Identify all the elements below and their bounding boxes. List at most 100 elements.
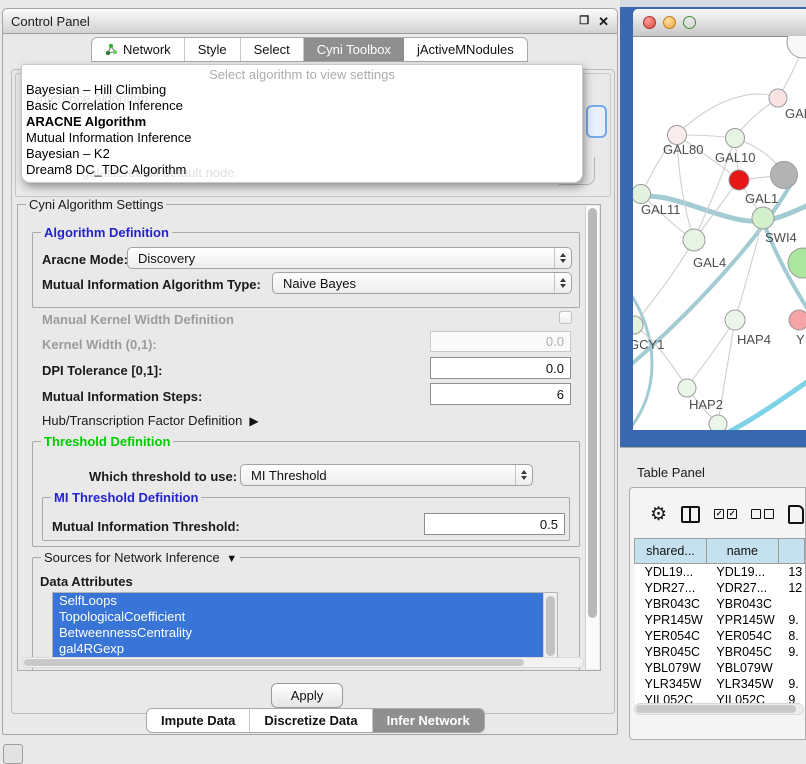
algorithm-option[interactable]: Mutual Information Inference [22, 130, 582, 146]
scrollbar-thumb[interactable] [546, 596, 555, 656]
network-node[interactable] [789, 310, 806, 330]
network-node[interactable] [725, 310, 745, 330]
table-cell[interactable]: 9. [778, 644, 804, 660]
close-window-icon[interactable]: ✕ [598, 15, 609, 28]
network-node[interactable] [633, 185, 651, 204]
table-cell[interactable]: YBR045C [706, 644, 778, 660]
network-node[interactable] [752, 207, 774, 229]
table-row[interactable]: YPR145WYPR145W9. [635, 612, 805, 628]
mi-algorithm-type-select[interactable]: Naive Bayes [272, 272, 572, 294]
float-window-icon[interactable]: ❐ [579, 16, 589, 27]
table-cell[interactable]: YLR345W [706, 676, 778, 692]
table-cell[interactable]: 12 [778, 580, 804, 596]
apply-button[interactable]: Apply [271, 683, 343, 708]
column-header-name[interactable]: name [706, 539, 778, 564]
manual-kernel-checkbox[interactable] [559, 311, 572, 324]
table-cell[interactable] [778, 660, 804, 676]
table-cell[interactable]: 13 [778, 564, 804, 581]
table-row[interactable]: YDL19...YDL19...13 [635, 564, 805, 581]
table-cell[interactable]: YBR043C [635, 596, 707, 612]
tab-discretize-data[interactable]: Discretize Data [250, 709, 372, 732]
which-threshold-select[interactable]: MI Threshold [240, 464, 533, 486]
tab-network[interactable]: Network [92, 38, 185, 61]
network-graph[interactable]: GALGAL80GAL10GAL1GAL11SWI4GAL4GCY1HAP4YH… [633, 36, 806, 430]
attributes-scrollbar[interactable] [543, 593, 557, 664]
cyni-bottom-tabbar: Impute Data Discretize Data Infer Networ… [146, 708, 485, 733]
table-cell[interactable]: YPR145W [706, 612, 778, 628]
attribute-item[interactable]: TopologicalCoefficient [53, 609, 557, 625]
table-cell[interactable]: YBL079W [706, 660, 778, 676]
collapsed-arrow-icon: ▶ [246, 414, 259, 428]
algorithm-option[interactable]: Basic Correlation Inference [22, 98, 582, 114]
algorithm-option[interactable]: Bayesian – K2 [22, 146, 582, 162]
tab-impute-data[interactable]: Impute Data [147, 709, 250, 732]
table-row[interactable]: YBR045CYBR045C9. [635, 644, 805, 660]
table-cell[interactable]: 8. [778, 628, 804, 644]
table-cell[interactable]: 9. [778, 676, 804, 692]
table-cell[interactable]: YLR345W [635, 676, 707, 692]
network-node[interactable] [683, 229, 705, 251]
settings-horizontal-scrollbar[interactable] [22, 657, 584, 668]
network-node[interactable] [678, 379, 696, 397]
attribute-item[interactable]: BetweennessCentrality [53, 625, 557, 641]
table-cell[interactable]: YPR145W [635, 612, 707, 628]
settings-vertical-scrollbar[interactable] [585, 206, 599, 669]
algorithm-option[interactable]: Dream8 DC_TDC Algorithm [22, 162, 582, 178]
gear-icon[interactable]: ⚙ [650, 505, 667, 524]
network-window-titlebar[interactable] [633, 9, 806, 37]
tab-jactivemnodules[interactable]: jActiveMNodules [404, 38, 527, 61]
tab-cyni-toolbox[interactable]: Cyni Toolbox [304, 38, 404, 61]
sources-toggle[interactable]: Sources for Network Inference ▼ [41, 550, 240, 565]
column-header-shared-name[interactable]: shared... [635, 539, 707, 564]
network-node[interactable] [709, 415, 727, 430]
tab-style[interactable]: Style [185, 38, 241, 61]
table-cell[interactable]: YER054C [706, 628, 778, 644]
network-node[interactable] [787, 36, 806, 58]
mi-steps-field[interactable] [430, 383, 571, 405]
dpi-tolerance-field[interactable] [430, 357, 571, 379]
table-cell[interactable]: YDR27... [635, 580, 707, 596]
column-header-partial[interactable] [778, 539, 804, 564]
deselect-all-checkboxes-icon[interactable] [751, 509, 774, 519]
table-cell[interactable]: YDL19... [706, 564, 778, 581]
network-node[interactable] [769, 89, 787, 107]
table-cell[interactable]: YBL079W [635, 660, 707, 676]
kernel-width-field[interactable] [430, 331, 571, 352]
algorithm-option-selected[interactable]: ARACNE Algorithm [22, 114, 582, 130]
columns-icon[interactable] [681, 506, 700, 523]
scrollbar-thumb[interactable] [24, 659, 524, 666]
network-node[interactable] [726, 129, 745, 148]
mi-threshold-field[interactable] [424, 513, 565, 535]
attribute-item[interactable]: gal4RGexp [53, 641, 557, 657]
attribute-item[interactable]: SelfLoops [53, 593, 557, 609]
tab-infer-network[interactable]: Infer Network [373, 709, 484, 732]
aracne-mode-select[interactable]: Discovery [127, 247, 572, 269]
control-panel-titlebar[interactable]: Control Panel ❐ ✕ [3, 9, 617, 34]
close-traffic-light[interactable] [643, 16, 656, 29]
minimize-traffic-light[interactable] [663, 16, 676, 29]
table-row[interactable]: YER054CYER054C8. [635, 628, 805, 644]
table-row[interactable]: YLR345WYLR345W9. [635, 676, 805, 692]
table-horizontal-scrollbar[interactable] [634, 703, 804, 715]
table-cell[interactable] [778, 596, 804, 612]
network-node[interactable] [771, 162, 798, 189]
table-cell[interactable]: 9. [778, 612, 804, 628]
select-all-checkboxes-icon[interactable]: ✓ ✓ [714, 509, 737, 519]
scrollbar-thumb[interactable] [636, 705, 796, 713]
network-node[interactable] [729, 170, 749, 190]
table-cell[interactable]: YBR045C [635, 644, 707, 660]
table-row[interactable]: YBR043CYBR043C [635, 596, 805, 612]
network-node[interactable] [788, 248, 806, 278]
table-cell[interactable]: YDR27... [706, 580, 778, 596]
table-cell[interactable]: YER054C [635, 628, 707, 644]
zoom-traffic-light[interactable] [683, 16, 696, 29]
algorithm-option[interactable]: Bayesian – Hill Climbing [22, 82, 582, 98]
table-row[interactable]: YBL079WYBL079W [635, 660, 805, 676]
table-cell[interactable]: YBR043C [706, 596, 778, 612]
new-table-icon[interactable] [788, 505, 804, 524]
table-row[interactable]: YDR27...YDR27...12 [635, 580, 805, 596]
scrollbar-thumb[interactable] [588, 208, 597, 618]
table-cell[interactable]: YDL19... [635, 564, 707, 581]
hub-definition-toggle[interactable]: Hub/Transcription Factor Definition ▶ [42, 413, 259, 428]
tab-select[interactable]: Select [241, 38, 304, 61]
